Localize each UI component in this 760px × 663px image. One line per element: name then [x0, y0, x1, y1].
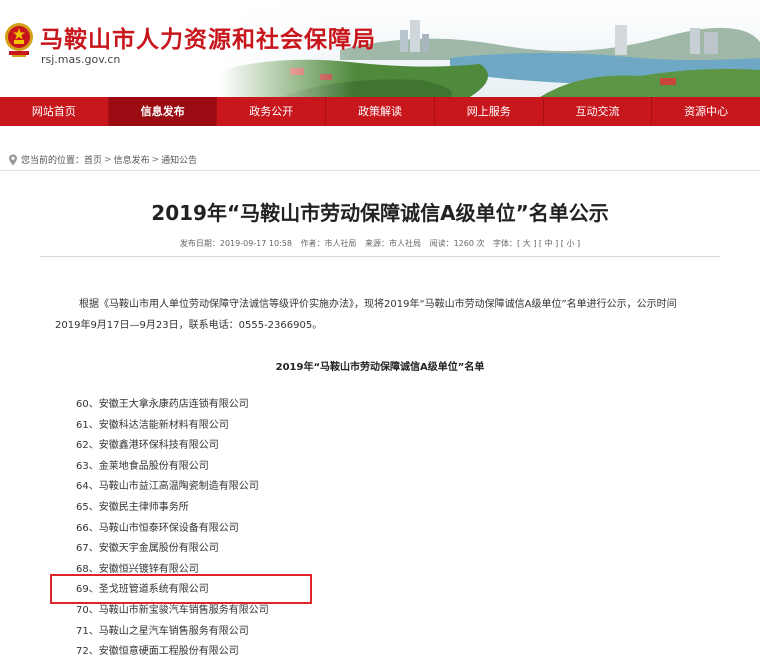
breadcrumb-notices[interactable]: 通知公告	[161, 153, 197, 166]
list-item: 71、马鞍山之星汽车销售服务有限公司	[76, 625, 249, 637]
font-size-controls[interactable]: 字体：[ 大 ] [ 中 ] [ 小 ]	[493, 239, 580, 248]
nav-item-info-release[interactable]: 信息发布	[108, 97, 218, 126]
company-list: 60、安徽王大拿永康药店连锁有限公司 61、安徽科达洁能新材料有限公司 62、安…	[76, 395, 269, 663]
publish-date: 发布日期：2019-09-17 10:58	[179, 239, 292, 248]
list-item: 70、马鞍山市新宝骏汽车销售服务有限公司	[76, 604, 269, 616]
article-meta: 发布日期：2019-09-17 10:58 作者：市人社局 来源：市人社局 阅读…	[0, 238, 760, 249]
list-item: 63、金莱地食品股份有限公司	[76, 460, 209, 472]
list-item: 61、安徽科达洁能新材料有限公司	[76, 419, 229, 431]
national-emblem-icon	[5, 23, 33, 57]
breadcrumb-info-release[interactable]: 信息发布	[114, 153, 150, 166]
nav-item-government-affairs[interactable]: 政务公开	[217, 97, 327, 126]
list-title: 2019年“马鞍山市劳动保障诚信A级单位”名单	[275, 362, 485, 373]
list-item: 66、马鞍山市恒泰环保设备有限公司	[76, 522, 239, 534]
meta-divider	[40, 256, 720, 257]
article-source: 来源：市人社局	[365, 239, 422, 248]
site-name: 马鞍山市人力资源和社会保障局	[40, 27, 376, 53]
list-item: 62、安徽鑫港环保科技有限公司	[76, 440, 219, 452]
list-item: 67、安徽天宇金属股份有限公司	[76, 543, 219, 555]
article-paragraph: 根据《马鞍山市用人单位劳动保障守法诚信等级评价实施办法》，现将2019年“马鞍山…	[55, 299, 677, 331]
breadcrumb-separator: >	[104, 154, 112, 165]
highlight-box	[50, 574, 312, 604]
site-header: 马鞍山市人力资源和社会保障局 rsj.mas.gov.cn	[0, 0, 760, 97]
breadcrumb-divider	[0, 170, 760, 171]
site-domain: rsj.mas.gov.cn	[41, 53, 121, 66]
breadcrumb-home[interactable]: 首页	[84, 153, 102, 166]
breadcrumb: 您当前的位置： 首页 > 信息发布 > 通知公告	[8, 153, 197, 166]
nav-item-online-services[interactable]: 网上服务	[435, 97, 544, 126]
list-item: 72、安徽恒意硬面工程股份有限公司	[76, 646, 239, 658]
article-author: 作者：市人社局	[300, 239, 357, 248]
list-item: 60、安徽王大拿永康药店连锁有限公司	[76, 399, 249, 410]
nav-item-home[interactable]: 网站首页	[0, 97, 109, 126]
nav-item-resource-center[interactable]: 资源中心	[652, 97, 760, 126]
view-count: 阅读：1260 次	[429, 239, 485, 248]
nav-item-interaction[interactable]: 互动交流	[544, 97, 653, 126]
location-pin-icon	[9, 154, 17, 165]
page: 马鞍山市人力资源和社会保障局 rsj.mas.gov.cn 网站首页 信息发布 …	[0, 0, 760, 663]
breadcrumb-prefix: 您当前的位置：	[21, 156, 85, 166]
article-title: 2019年“马鞍山市劳动保障诚信A级单位”名单公示	[151, 201, 609, 225]
list-item: 64、马鞍山市益江高温陶瓷制造有限公司	[76, 481, 259, 493]
breadcrumb-separator: >	[151, 154, 160, 165]
nav-item-policy-interpretation[interactable]: 政策解读	[326, 97, 435, 126]
main-nav: 网站首页 信息发布 政务公开 政策解读 网上服务 互动交流 资源中心	[0, 97, 760, 126]
list-item: 65、安徽民主律师事务所	[76, 501, 189, 513]
